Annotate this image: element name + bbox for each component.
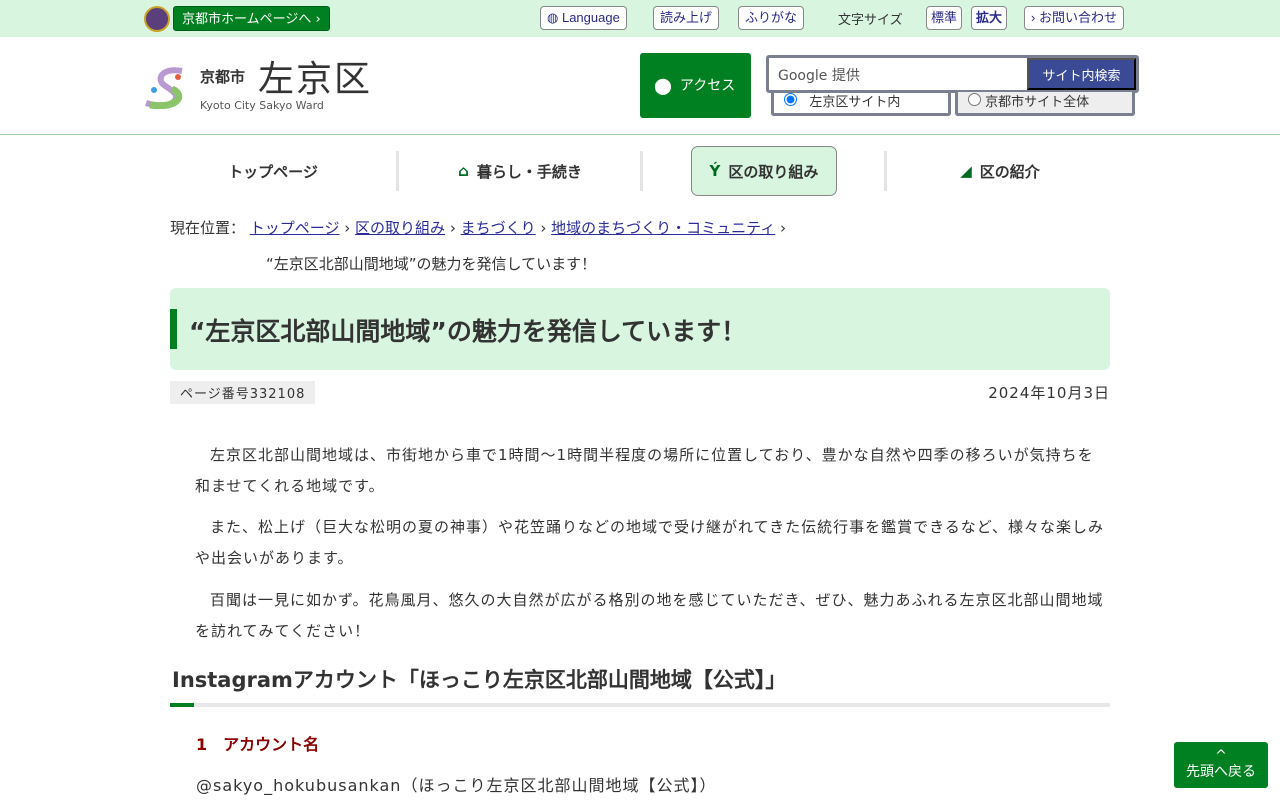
paragraph: 百聞は一見に如かず。花鳥風月、悠久の大自然が広がる格別の地を感じていただき、ぜひ… [195, 591, 1104, 640]
nav-living[interactable]: ⌂ 暮らし・手続き [400, 146, 640, 196]
breadcrumb-link[interactable]: 地域のまちづくり・コミュニティ [551, 219, 775, 237]
site-search-button[interactable]: サイト内検索 [1027, 58, 1136, 90]
chevron-up-icon: ^ [1215, 748, 1227, 764]
radio-ward-input[interactable] [784, 93, 797, 106]
title-accent [170, 309, 177, 349]
radio-city-label: 京都市サイト全体 [985, 95, 1090, 110]
house-icon: ⌂ [458, 162, 469, 180]
mountain-icon: ◢ [960, 162, 972, 180]
back-to-top-button[interactable]: ^ 先頭へ戻る [1174, 742, 1268, 788]
radio-city-input[interactable] [968, 93, 981, 106]
breadcrumb: 現在位置： トップページ › 区の取り組み › まちづくり › 地域のまちづくり… [170, 219, 787, 237]
paragraph: 左京区北部山間地域は、市街地から車で1時間～1時間半程度の場所に位置しており、豊… [195, 446, 1094, 495]
paragraph: また、松上げ（巨大な松明の夏の神事）や花笠踊りなどの地域で受け継がれてきた伝統行… [195, 518, 1105, 567]
section-heading: Instagramアカウント「ほっこり左京区北部山間地域【公式】」 [172, 668, 787, 692]
kyoto-crest-icon [144, 6, 170, 32]
logo-city: 京都市 [200, 68, 246, 86]
account-name: @sakyo_hokubusankan（ほっこり左京区北部山間地域【公式】） [196, 776, 717, 795]
radio-ward-label: 左京区サイト内 [809, 95, 901, 110]
font-standard-button[interactable]: 標準 [926, 6, 963, 30]
utility-bar: 京都市ホームページへ › ◍ Language 読み上げ ふりがな 文字サイズ … [0, 0, 1280, 37]
sprout-icon: Ý [709, 162, 721, 180]
nav-intro[interactable]: ◢ 区の紹介 [890, 146, 1110, 196]
sakyo-logo-icon [145, 67, 183, 109]
read-aloud-button[interactable]: 読み上げ [653, 6, 720, 30]
breadcrumb-link[interactable]: 区の取り組み [355, 219, 445, 237]
font-large-button[interactable]: 拡大 [971, 6, 1008, 30]
site-search: Google 提供 サイト内検索 [766, 55, 1139, 93]
nav-divider [396, 151, 399, 191]
search-input[interactable]: Google 提供 [778, 65, 860, 85]
language-button[interactable]: ◍ Language [540, 6, 627, 30]
breadcrumb-label: 現在位置： [170, 219, 246, 237]
page-number: ページ番号332108 [170, 381, 316, 404]
publish-date: 2024年10月3日 [988, 384, 1110, 402]
nav-living-label: 暮らし・手続き [476, 162, 582, 181]
nav-intro-label: 区の紹介 [979, 162, 1040, 181]
globe-icon: ◍ [547, 10, 559, 25]
heading-underline [170, 703, 1110, 707]
nav-divider [640, 151, 643, 191]
radio-ward-site[interactable]: 左京区サイト内 [771, 92, 951, 116]
kyoto-city-home-link[interactable]: 京都市ホームページへ › [173, 6, 330, 31]
back-to-top-label: 先頭へ戻る [1186, 764, 1256, 780]
nav-initiatives[interactable]: Ý 区の取り組み [691, 146, 837, 196]
logo-ward: 左京区 [258, 59, 373, 100]
global-nav: トップページ ⌂ 暮らし・手続き Ý 区の取り組み ◢ 区の紹介 [150, 146, 1110, 196]
site-header: 京都市 左京区 Kyoto City Sakyo Ward ⬤ アクセス Goog… [0, 37, 1280, 135]
logo-en: Kyoto City Sakyo Ward [200, 99, 324, 112]
font-size-label: 文字サイズ [838, 13, 903, 28]
nav-initiatives-label: 区の取り組み [728, 162, 819, 181]
access-label: アクセス [679, 77, 736, 94]
breadcrumb-link[interactable]: トップページ [250, 219, 340, 237]
breadcrumb-current: “左京区北部山間地域”の魅力を発信しています！ [266, 255, 597, 273]
radio-city-site[interactable]: 京都市サイト全体 [955, 92, 1135, 116]
contact-button[interactable]: › お問い合わせ [1024, 6, 1124, 30]
subsection-heading: 1 アカウント名 [196, 735, 320, 754]
map-pin-icon: ⬤ [654, 76, 672, 95]
language-label: Language [561, 10, 620, 25]
access-button[interactable]: ⬤ アクセス [640, 53, 751, 118]
furigana-button[interactable]: ふりがな [738, 6, 805, 30]
page-title-box: “左京区北部山間地域”の魅力を発信しています！ [170, 288, 1110, 370]
breadcrumb-link[interactable]: まちづくり [461, 219, 536, 237]
nav-divider [884, 151, 887, 191]
nav-top-page[interactable]: トップページ [150, 146, 396, 196]
page-title: “左京区北部山間地域”の魅力を発信しています！ [189, 317, 747, 346]
